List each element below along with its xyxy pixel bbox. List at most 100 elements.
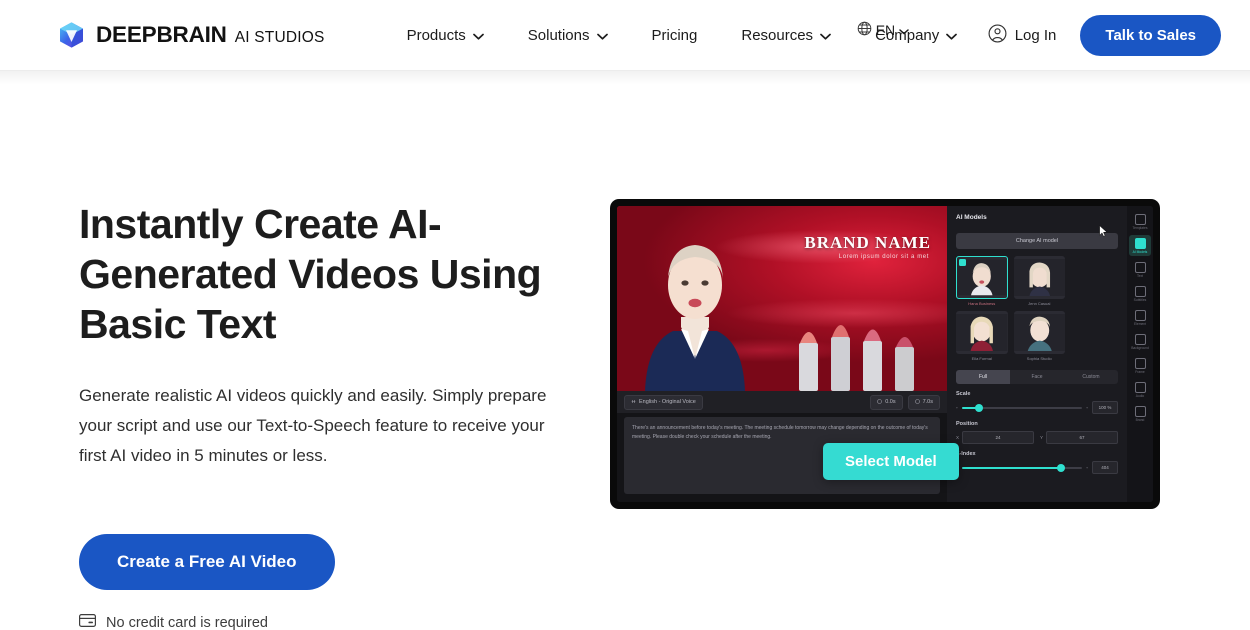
- hero-content: Instantly Create AI-Generated Videos Usi…: [0, 199, 560, 630]
- segment-custom[interactable]: Custom: [1064, 370, 1118, 384]
- user-circle-icon: [988, 24, 1007, 47]
- time-chip-end[interactable]: 7.0s: [907, 394, 940, 410]
- rail-item-frame[interactable]: Frame: [1129, 355, 1151, 376]
- model-card[interactable]: Sophia Studio: [1013, 311, 1065, 361]
- hero-paragraph: Generate realistic AI videos quickly and…: [79, 386, 547, 465]
- nav-item-pricing[interactable]: Pricing: [630, 19, 720, 52]
- model-label: Jenn Casual: [1028, 301, 1051, 306]
- brand-logo[interactable]: DEEPBRAIN AI STUDIOS: [58, 21, 325, 49]
- login-label: Log In: [1014, 27, 1057, 44]
- audio-icon: [1134, 382, 1146, 393]
- brand-icon: [1134, 406, 1146, 417]
- nav-label: Products: [406, 26, 466, 44]
- rail-item-text[interactable]: Text: [1129, 259, 1151, 280]
- position-y-input[interactable]: 67: [1046, 431, 1118, 444]
- position-row: X 24 Y 67: [956, 431, 1118, 444]
- hero-section: Instantly Create AI-Generated Videos Usi…: [0, 71, 1250, 630]
- subtitles-icon: [1134, 286, 1146, 297]
- panel-title: AI Models: [956, 214, 987, 221]
- rail-item-subtitles[interactable]: Subtitles: [1129, 283, 1151, 304]
- login-button[interactable]: Log In: [972, 16, 1073, 55]
- scale-label: Scale: [956, 391, 971, 397]
- chevron-down-icon: [946, 27, 958, 44]
- model-thumbnail: [956, 256, 1008, 299]
- rail-label: Subtitles: [1133, 298, 1147, 302]
- rail-label: Element: [1133, 322, 1147, 326]
- templates-icon: [1134, 214, 1146, 225]
- model-label: Hana Business: [968, 301, 996, 306]
- talk-to-sales-button[interactable]: Talk to Sales: [1080, 15, 1221, 56]
- scale-max-icon: ▫: [1086, 405, 1088, 410]
- model-card[interactable]: Jenn Casual: [1013, 256, 1065, 306]
- voice-chip-label: English - Original Voice: [639, 399, 696, 405]
- model-thumbnail: [1013, 311, 1065, 354]
- rail-item-element[interactable]: Element: [1129, 307, 1151, 328]
- credit-card-icon: [79, 614, 97, 630]
- rail-label: AI Models: [1132, 250, 1148, 254]
- header-actions: EN Log In Talk to Sales: [857, 0, 1221, 71]
- chevron-down-icon: [596, 27, 608, 44]
- rail-item-audio[interactable]: Audio: [1129, 379, 1151, 400]
- rail-label: Background: [1131, 346, 1149, 350]
- nav-item-solutions[interactable]: Solutions: [506, 19, 630, 52]
- ai-model-icon: [1134, 238, 1146, 249]
- model-thumbnail: [1013, 256, 1065, 299]
- app-screenshot: BRAND NAME Lorem ipsum dolor sit a met E…: [610, 199, 1160, 509]
- nav-item-products[interactable]: Products: [385, 19, 506, 52]
- scale-value[interactable]: 100 %: [1092, 401, 1118, 414]
- globe-icon: [857, 21, 872, 39]
- scale-slider-row: ▫ ▫ 100 %: [956, 401, 1118, 414]
- select-model-overlay-button[interactable]: Select Model: [823, 443, 959, 480]
- scale-slider-handle[interactable]: [974, 403, 983, 412]
- position-x-key: X: [956, 435, 960, 440]
- nav-label: Solutions: [527, 26, 590, 44]
- create-free-ai-video-button[interactable]: Create a Free AI Video: [79, 534, 335, 590]
- zindex-slider[interactable]: [961, 463, 1083, 472]
- zindex-slider-handle[interactable]: [1057, 463, 1066, 472]
- chevron-down-icon: [820, 27, 831, 44]
- app-mouse-cursor-icon: [1099, 224, 1108, 242]
- segment-face[interactable]: Face: [1010, 370, 1064, 384]
- stage-toolbar: English - Original Voice 0.0s 7.0s: [617, 391, 947, 413]
- rail-item-templates[interactable]: Templates: [1129, 211, 1151, 232]
- scale-slider[interactable]: [961, 403, 1083, 412]
- model-card[interactable]: Ella Formal: [956, 311, 1008, 361]
- rail-label: Brand: [1135, 418, 1145, 422]
- brand-name: DEEPBRAIN: [96, 22, 227, 47]
- rail-item-ai-models[interactable]: AI Models: [1129, 235, 1151, 256]
- voice-chip[interactable]: English - Original Voice: [624, 394, 703, 410]
- chevron-down-icon: [472, 27, 484, 44]
- nav-item-resources[interactable]: Resources: [719, 19, 853, 52]
- zindex-label: Z-Index: [956, 451, 976, 457]
- time-chip-start[interactable]: 0.0s: [870, 394, 903, 410]
- ai-models-panel: AI Models Change AI model Hana Business …: [947, 206, 1127, 502]
- rail-label: Frame: [1135, 370, 1145, 374]
- segment-full[interactable]: Full: [956, 370, 1010, 384]
- text-icon: [1134, 262, 1146, 273]
- rail-item-brand[interactable]: Brand: [1129, 403, 1151, 424]
- change-ai-model-button[interactable]: Change AI model: [956, 233, 1118, 249]
- position-y-key: Y: [1040, 435, 1044, 440]
- cube-logo-icon: [58, 21, 85, 49]
- site-header: DEEPBRAIN AI STUDIOS Products Solutions …: [0, 0, 1250, 71]
- video-canvas[interactable]: BRAND NAME Lorem ipsum dolor sit a met: [617, 206, 947, 391]
- clock-icon: [877, 398, 882, 406]
- no-credit-card-note: No credit card is required: [79, 614, 560, 630]
- model-card[interactable]: Hana Business: [956, 256, 1008, 306]
- rail-item-background[interactable]: Background: [1129, 331, 1151, 352]
- nav-label: Pricing: [651, 26, 698, 44]
- rail-label: Text: [1136, 274, 1144, 278]
- script-text: There's an announcement before today's m…: [632, 425, 928, 440]
- lipstick-product-image: [799, 325, 914, 391]
- editor-sidebar-rail: Templates AI Models Text Subtitles Eleme…: [1127, 206, 1153, 502]
- position-x-input[interactable]: 24: [962, 431, 1034, 444]
- model-label: Sophia Studio: [1026, 356, 1052, 361]
- hero-cta-wrap: Create a Free AI Video: [79, 534, 560, 590]
- video-brand-title: BRAND NAME: [804, 233, 931, 252]
- product-preview: BRAND NAME Lorem ipsum dolor sit a met E…: [610, 199, 1160, 630]
- frame-icon: [1134, 358, 1146, 369]
- ai-avatar-presenter: [645, 245, 745, 391]
- model-label: Ella Formal: [971, 356, 992, 361]
- language-selector[interactable]: EN: [857, 21, 909, 39]
- zindex-value[interactable]: 404: [1092, 461, 1118, 474]
